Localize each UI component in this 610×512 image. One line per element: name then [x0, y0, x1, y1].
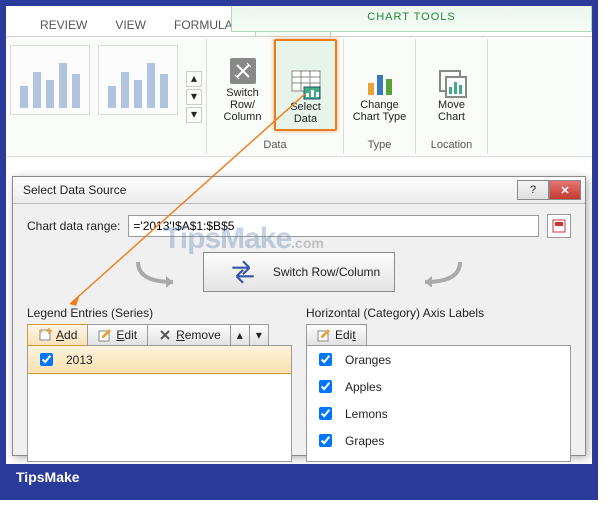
arrow-left-icon	[133, 257, 183, 287]
move-series-down-button[interactable]: ▾	[249, 324, 269, 346]
categories-listbox[interactable]: Oranges Apples Lemons Grapes	[306, 345, 571, 462]
series-listbox[interactable]: 2013	[27, 345, 292, 462]
move-chart-label: Move Chart	[438, 99, 465, 123]
category-name: Lemons	[345, 407, 388, 421]
ribbon-group-location-label: Location	[431, 136, 473, 154]
category-checkbox[interactable]	[319, 380, 332, 393]
change-chart-type-button[interactable]: Change Chart Type	[350, 39, 409, 127]
dialog-title: Select Data Source	[23, 183, 126, 197]
page-footer: TipsMake	[6, 464, 592, 494]
chart-style-thumb[interactable]	[10, 45, 90, 115]
list-item[interactable]: Lemons	[307, 400, 570, 427]
range-selector-button[interactable]	[547, 214, 571, 238]
gallery-more[interactable]: ▾	[186, 107, 202, 123]
category-name: Grapes	[345, 434, 384, 448]
select-data-label: Select Data	[290, 101, 321, 125]
gallery-scroll-down[interactable]: ▾	[186, 89, 202, 105]
select-data-source-dialog: Select Data Source ? ✕ TipsMake.com Char…	[12, 176, 586, 456]
list-item[interactable]: 2013	[27, 345, 292, 374]
edit-axis-label: Edit	[335, 328, 356, 342]
tab-review[interactable]: REVIEW	[26, 12, 101, 36]
ribbon-body: ▴ ▾ ▾ Switch Row/ Column Select Data Dat…	[6, 37, 592, 157]
contextual-tab-chart-tools: CHART TOOLS	[231, 0, 592, 32]
arrow-right-icon	[415, 257, 465, 287]
add-series-label: Add	[56, 328, 77, 342]
category-name: Apples	[345, 380, 382, 394]
ribbon-group-data: Switch Row/ Column Select Data Data	[207, 39, 344, 154]
legend-entries-label: Legend Entries (Series)	[27, 306, 292, 320]
switch-row-column-dialog-button[interactable]: Switch Row/Column	[203, 252, 395, 292]
range-selector-icon	[552, 219, 566, 233]
switch-row-column-button[interactable]: Switch Row/ Column	[213, 39, 272, 127]
add-icon	[38, 328, 52, 342]
select-data-button[interactable]: Select Data	[274, 39, 337, 131]
list-item[interactable]: Oranges	[307, 346, 570, 373]
ribbon-group-location: Move Chart Location	[416, 39, 488, 154]
edit-series-button[interactable]: Edit	[87, 324, 148, 346]
move-chart-button[interactable]: Move Chart	[422, 39, 481, 127]
remove-series-button[interactable]: Remove	[147, 324, 232, 346]
edit-series-label: Edit	[116, 328, 137, 342]
list-item[interactable]: Grapes	[307, 427, 570, 454]
category-checkbox[interactable]	[319, 434, 332, 447]
axis-labels-label: Horizontal (Category) Axis Labels	[306, 306, 571, 320]
list-item[interactable]: Apples	[307, 373, 570, 400]
select-data-icon	[290, 69, 322, 101]
switch-row-column-dialog-label: Switch Row/Column	[273, 265, 380, 279]
remove-icon	[158, 328, 172, 342]
move-series-up-button[interactable]: ▴	[230, 324, 250, 346]
dialog-titlebar[interactable]: Select Data Source ? ✕	[13, 177, 585, 204]
move-chart-icon	[436, 67, 468, 99]
ribbon-group-data-label: Data	[263, 136, 286, 154]
series-name: 2013	[66, 353, 93, 367]
change-chart-type-label: Change Chart Type	[353, 99, 407, 123]
dialog-close-button[interactable]: ✕	[549, 180, 581, 200]
series-checkbox[interactable]	[40, 353, 53, 366]
edit-axis-button[interactable]: Edit	[306, 324, 367, 346]
chart-style-thumb[interactable]	[98, 45, 178, 115]
category-name: Oranges	[345, 353, 391, 367]
switch-icon	[227, 55, 259, 87]
edit-icon	[317, 328, 331, 342]
gallery-scroll-up[interactable]: ▴	[186, 71, 202, 87]
category-checkbox[interactable]	[319, 353, 332, 366]
chart-data-range-input[interactable]	[128, 215, 539, 237]
chart-type-icon	[364, 67, 396, 99]
switch-row-column-label: Switch Row/ Column	[215, 87, 270, 123]
category-checkbox[interactable]	[319, 407, 332, 420]
switch-small-icon	[218, 257, 268, 287]
ribbon-group-type: Change Chart Type Type	[344, 39, 416, 154]
dialog-help-button[interactable]: ?	[517, 180, 549, 200]
ribbon-group-type-label: Type	[368, 136, 392, 154]
tab-view[interactable]: VIEW	[101, 12, 160, 36]
chart-data-range-label: Chart data range:	[27, 219, 120, 233]
remove-series-label: Remove	[176, 328, 221, 342]
edit-icon	[98, 328, 112, 342]
add-series-button[interactable]: Add	[27, 324, 88, 346]
